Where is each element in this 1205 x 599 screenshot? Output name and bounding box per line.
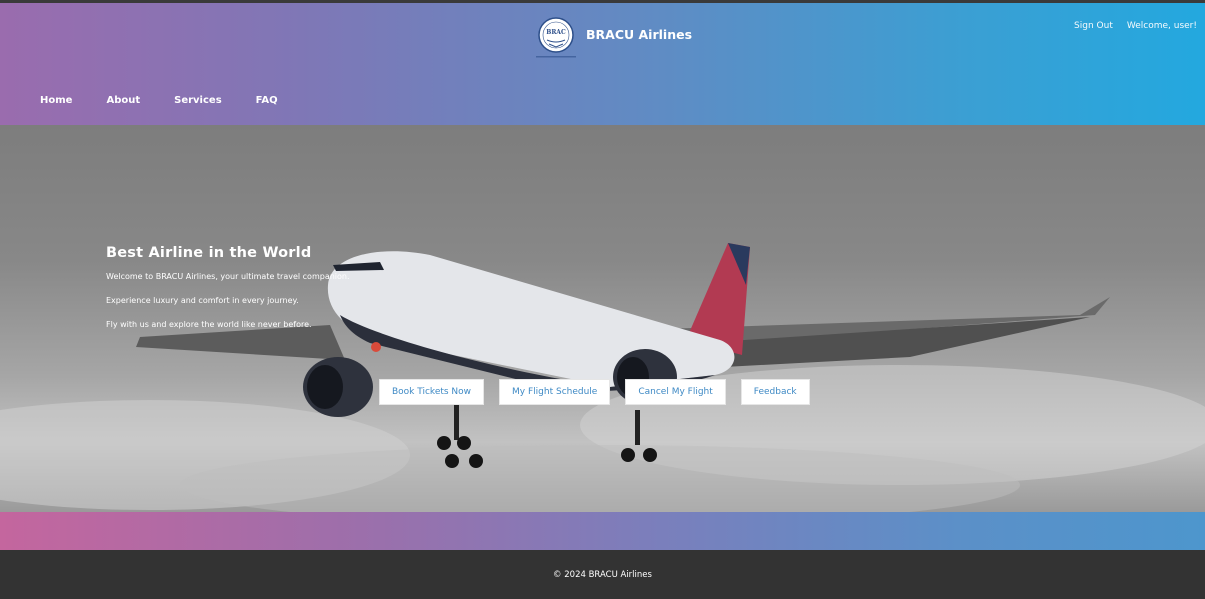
- nav-services[interactable]: Services: [174, 95, 222, 106]
- hero-line-3: Fly with us and explore the world like n…: [106, 320, 312, 329]
- site-footer: © 2024 BRACU Airlines: [0, 550, 1205, 599]
- book-tickets-button[interactable]: Book Tickets Now: [379, 379, 485, 405]
- hero-text: Best Airline in the World Welcome to BRA…: [106, 245, 350, 344]
- brand-name[interactable]: BRACU Airlines: [586, 27, 692, 42]
- hero-section: Best Airline in the World Welcome to BRA…: [0, 125, 1205, 512]
- user-area: Sign Out Welcome, user!: [1074, 21, 1197, 31]
- hero-title: Best Airline in the World: [106, 245, 312, 261]
- feedback-button[interactable]: Feedback: [740, 379, 810, 405]
- nav-about[interactable]: About: [106, 95, 140, 106]
- site-header: BRAC BRACU Airlines Sign Out Welcome, us…: [0, 0, 1205, 125]
- gradient-band: [0, 512, 1205, 550]
- nav-home[interactable]: Home: [40, 95, 72, 106]
- sign-out-link[interactable]: Sign Out: [1074, 21, 1113, 31]
- hero-actions: Book Tickets Now My Flight Schedule Canc…: [379, 379, 825, 405]
- cancel-flight-button[interactable]: Cancel My Flight: [625, 379, 726, 405]
- hero-line-2: Experience luxury and comfort in every j…: [106, 296, 299, 305]
- main-nav: Home About Services FAQ: [40, 95, 312, 106]
- welcome-text: Welcome, user!: [1126, 21, 1197, 31]
- university-logo[interactable]: BRAC: [528, 13, 584, 63]
- copyright-text: © 2024 BRACU Airlines: [553, 569, 652, 580]
- hero-line-1: Welcome to BRACU Airlines, your ultimate…: [106, 272, 350, 281]
- brand[interactable]: BRAC BRACU Airlines: [528, 13, 692, 63]
- logo-text: BRAC: [546, 29, 566, 36]
- nav-faq[interactable]: FAQ: [256, 95, 278, 106]
- flight-schedule-button[interactable]: My Flight Schedule: [499, 379, 611, 405]
